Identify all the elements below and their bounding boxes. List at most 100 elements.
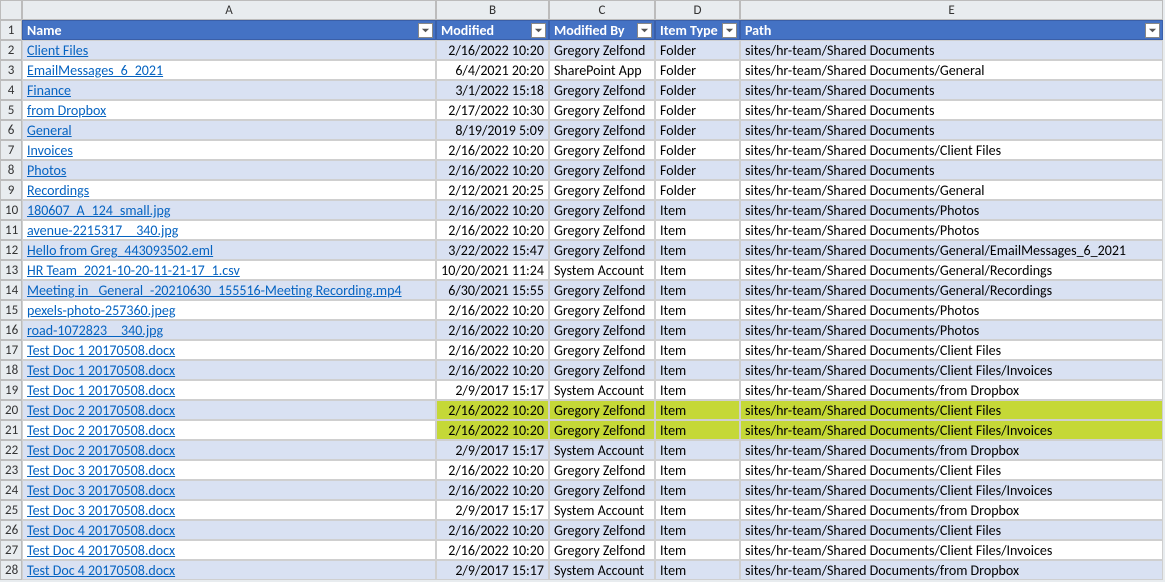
cell-name[interactable]: EmailMessages_6_2021	[22, 60, 436, 80]
column-header-D[interactable]: D	[655, 0, 740, 20]
cell-modified-by[interactable]: Gregory Zelfond	[549, 320, 655, 340]
cell-item-type[interactable]: Item	[655, 240, 740, 260]
cell-name[interactable]: Meeting in _General_-20210630_155516-Mee…	[22, 280, 436, 300]
file-link[interactable]: Test Doc 1 20170508.docx	[27, 342, 175, 359]
row-header-2[interactable]: 2	[0, 40, 22, 60]
cell-item-type[interactable]: Item	[655, 560, 740, 580]
cell-modified-by[interactable]: Gregory Zelfond	[549, 180, 655, 200]
cell-modified[interactable]: 2/16/2022 10:20	[436, 40, 549, 60]
cell-name[interactable]: Test Doc 4 20170508.docx	[22, 540, 436, 560]
file-link[interactable]: General	[27, 122, 72, 139]
cell-modified[interactable]: 2/16/2022 10:20	[436, 540, 549, 560]
cell-name[interactable]: 180607_A_124_small.jpg	[22, 200, 436, 220]
cell-name[interactable]: HR Team_2021-10-20-11-21-17_1.csv	[22, 260, 436, 280]
cell-item-type[interactable]: Item	[655, 340, 740, 360]
cell-path[interactable]: sites/hr-team/Shared Documents/General/E…	[740, 240, 1163, 260]
cell-item-type[interactable]: Item	[655, 280, 740, 300]
cell-modified[interactable]: 10/20/2021 11:24	[436, 260, 549, 280]
row-header-21[interactable]: 21	[0, 420, 22, 440]
cell-modified[interactable]: 2/16/2022 10:20	[436, 340, 549, 360]
cell-modified[interactable]: 2/12/2021 20:25	[436, 180, 549, 200]
file-link[interactable]: road-1072823__340.jpg	[27, 322, 163, 339]
cell-path[interactable]: sites/hr-team/Shared Documents/Client Fi…	[740, 340, 1163, 360]
row-header-16[interactable]: 16	[0, 320, 22, 340]
cell-modified-by[interactable]: SharePoint App	[549, 60, 655, 80]
cell-path[interactable]: sites/hr-team/Shared Documents	[740, 40, 1163, 60]
cell-modified-by[interactable]: Gregory Zelfond	[549, 480, 655, 500]
file-link[interactable]: EmailMessages_6_2021	[27, 62, 163, 79]
cell-path[interactable]: sites/hr-team/Shared Documents/Photos	[740, 220, 1163, 240]
cell-modified[interactable]: 2/16/2022 10:20	[436, 420, 549, 440]
cell-modified-by[interactable]: Gregory Zelfond	[549, 40, 655, 60]
cell-path[interactable]: sites/hr-team/Shared Documents	[740, 80, 1163, 100]
row-header-6[interactable]: 6	[0, 120, 22, 140]
cell-modified[interactable]: 2/16/2022 10:20	[436, 400, 549, 420]
cell-name[interactable]: Recordings	[22, 180, 436, 200]
row-header-15[interactable]: 15	[0, 300, 22, 320]
cell-path[interactable]: sites/hr-team/Shared Documents/from Drop…	[740, 440, 1163, 460]
row-header-22[interactable]: 22	[0, 440, 22, 460]
cell-path[interactable]: sites/hr-team/Shared Documents/from Drop…	[740, 560, 1163, 580]
cell-modified-by[interactable]: Gregory Zelfond	[549, 220, 655, 240]
cell-item-type[interactable]: Folder	[655, 120, 740, 140]
cell-modified[interactable]: 2/16/2022 10:20	[436, 480, 549, 500]
cell-item-type[interactable]: Item	[655, 500, 740, 520]
cell-item-type[interactable]: Item	[655, 520, 740, 540]
cell-path[interactable]: sites/hr-team/Shared Documents/Client Fi…	[740, 420, 1163, 440]
cell-path[interactable]: sites/hr-team/Shared Documents/Photos	[740, 320, 1163, 340]
cell-path[interactable]: sites/hr-team/Shared Documents/Photos	[740, 200, 1163, 220]
cell-name[interactable]: General	[22, 120, 436, 140]
cell-path[interactable]: sites/hr-team/Shared Documents/Client Fi…	[740, 140, 1163, 160]
select-all-corner[interactable]	[0, 0, 22, 20]
cell-name[interactable]: Test Doc 3 20170508.docx	[22, 500, 436, 520]
cell-path[interactable]: sites/hr-team/Shared Documents/General	[740, 60, 1163, 80]
cell-modified[interactable]: 2/9/2017 15:17	[436, 500, 549, 520]
cell-path[interactable]: sites/hr-team/Shared Documents/General/R…	[740, 260, 1163, 280]
cell-modified-by[interactable]: Gregory Zelfond	[549, 460, 655, 480]
row-header-17[interactable]: 17	[0, 340, 22, 360]
cell-path[interactable]: sites/hr-team/Shared Documents/Photos	[740, 300, 1163, 320]
file-link[interactable]: Test Doc 3 20170508.docx	[27, 462, 175, 479]
file-link[interactable]: Meeting in _General_-20210630_155516-Mee…	[27, 282, 402, 299]
cell-path[interactable]: sites/hr-team/Shared Documents/from Drop…	[740, 380, 1163, 400]
filter-dropdown-icon[interactable]	[418, 23, 433, 38]
cell-modified-by[interactable]: Gregory Zelfond	[549, 140, 655, 160]
file-link[interactable]: Test Doc 2 20170508.docx	[27, 422, 175, 439]
cell-path[interactable]: sites/hr-team/Shared Documents/Client Fi…	[740, 480, 1163, 500]
cell-item-type[interactable]: Folder	[655, 40, 740, 60]
cell-modified[interactable]: 2/16/2022 10:20	[436, 460, 549, 480]
cell-modified-by[interactable]: Gregory Zelfond	[549, 100, 655, 120]
row-header-26[interactable]: 26	[0, 520, 22, 540]
cell-modified-by[interactable]: System Account	[549, 500, 655, 520]
cell-item-type[interactable]: Folder	[655, 160, 740, 180]
cell-modified-by[interactable]: Gregory Zelfond	[549, 240, 655, 260]
cell-modified-by[interactable]: Gregory Zelfond	[549, 120, 655, 140]
row-header-7[interactable]: 7	[0, 140, 22, 160]
file-link[interactable]: Finance	[27, 82, 71, 99]
cell-path[interactable]: sites/hr-team/Shared Documents	[740, 160, 1163, 180]
file-link[interactable]: Photos	[27, 162, 66, 179]
cell-modified-by[interactable]: System Account	[549, 260, 655, 280]
row-header-5[interactable]: 5	[0, 100, 22, 120]
cell-modified[interactable]: 6/4/2021 20:20	[436, 60, 549, 80]
table-header-modified by[interactable]: Modified By	[549, 20, 655, 40]
cell-modified-by[interactable]: Gregory Zelfond	[549, 340, 655, 360]
cell-modified-by[interactable]: System Account	[549, 440, 655, 460]
file-link[interactable]: Test Doc 2 20170508.docx	[27, 402, 175, 419]
cell-name[interactable]: Finance	[22, 80, 436, 100]
row-header-3[interactable]: 3	[0, 60, 22, 80]
cell-name[interactable]: Photos	[22, 160, 436, 180]
cell-modified[interactable]: 2/17/2022 10:30	[436, 100, 549, 120]
cell-modified[interactable]: 2/16/2022 10:20	[436, 140, 549, 160]
row-header-24[interactable]: 24	[0, 480, 22, 500]
cell-item-type[interactable]: Item	[655, 360, 740, 380]
file-link[interactable]: Test Doc 1 20170508.docx	[27, 362, 175, 379]
cell-modified-by[interactable]: Gregory Zelfond	[549, 540, 655, 560]
cell-name[interactable]: Test Doc 1 20170508.docx	[22, 360, 436, 380]
row-header-10[interactable]: 10	[0, 200, 22, 220]
cell-item-type[interactable]: Folder	[655, 80, 740, 100]
cell-modified[interactable]: 2/16/2022 10:20	[436, 160, 549, 180]
cell-item-type[interactable]: Item	[655, 460, 740, 480]
cell-name[interactable]: road-1072823__340.jpg	[22, 320, 436, 340]
file-link[interactable]: Test Doc 4 20170508.docx	[27, 562, 175, 579]
